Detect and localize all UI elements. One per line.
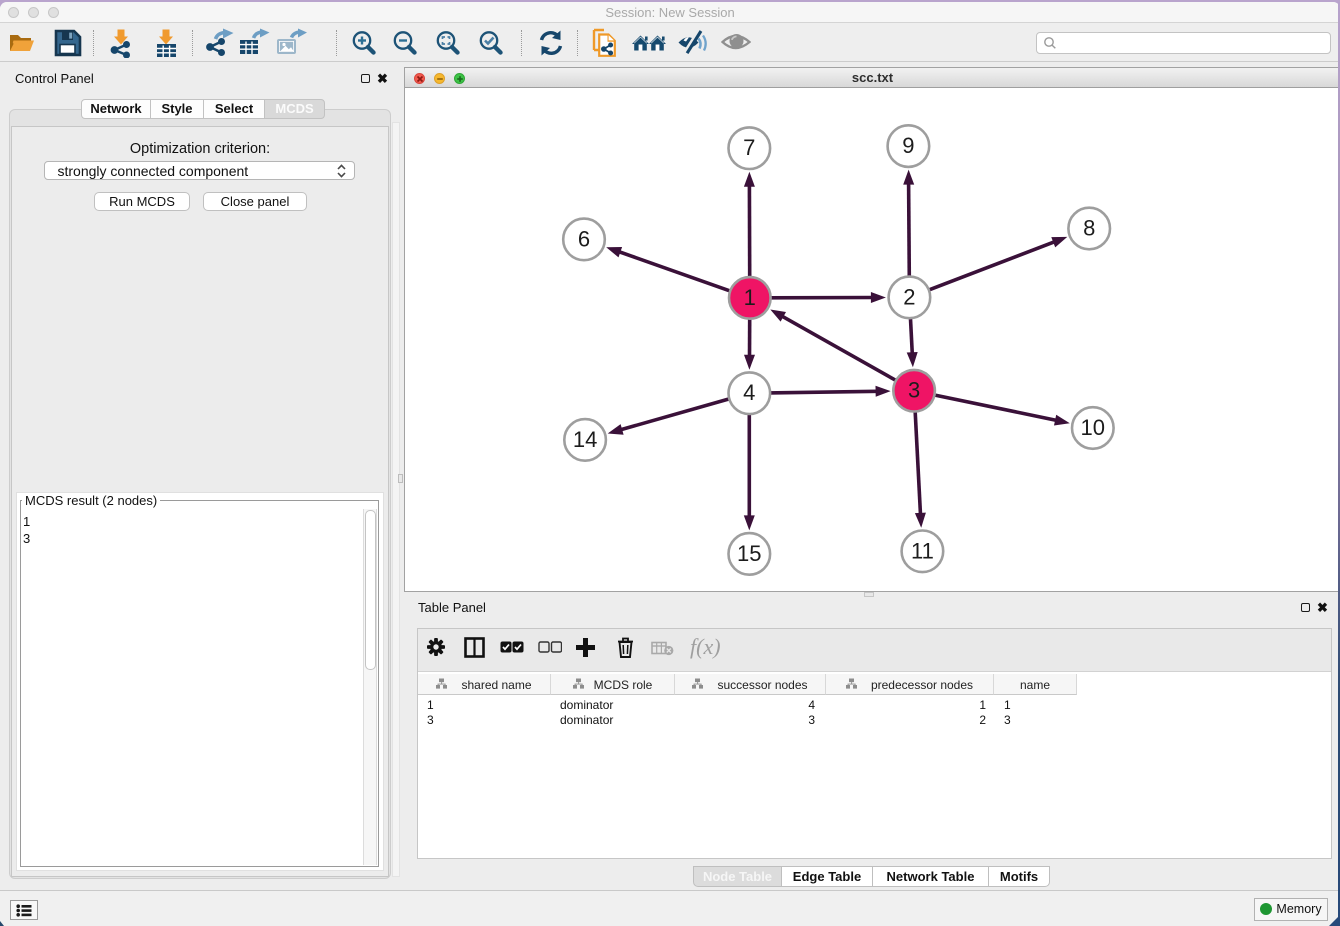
svg-text:9: 9	[902, 133, 914, 158]
svg-text:14: 14	[573, 426, 597, 451]
svg-text:2: 2	[903, 284, 915, 309]
svg-text:4: 4	[743, 380, 755, 405]
svg-text:11: 11	[911, 538, 934, 563]
svg-text:10: 10	[1081, 415, 1105, 440]
svg-text:3: 3	[908, 377, 920, 402]
svg-text:7: 7	[743, 135, 755, 160]
svg-text:6: 6	[578, 226, 590, 251]
svg-text:1: 1	[744, 284, 756, 309]
svg-text:15: 15	[737, 540, 761, 565]
svg-text:8: 8	[1083, 215, 1095, 240]
